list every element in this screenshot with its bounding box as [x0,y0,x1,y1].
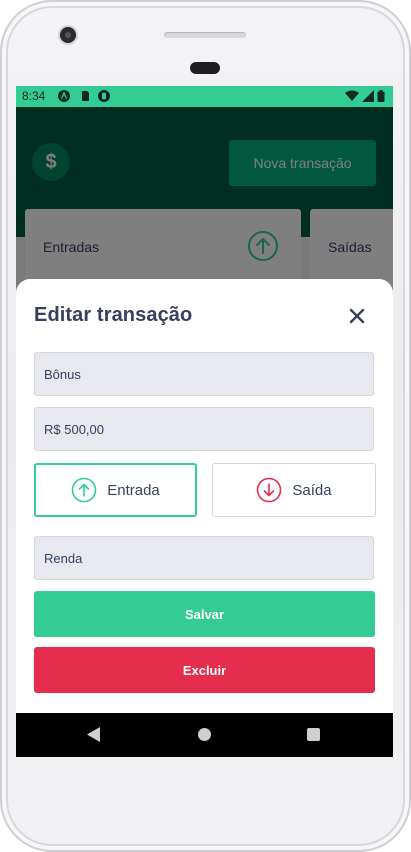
category-input[interactable]: Renda [34,536,374,580]
device-screen: 8:34 $ Nova transação [16,86,393,757]
delete-button[interactable]: Excluir [34,647,375,693]
wifi-icon [345,90,359,102]
close-icon [349,308,365,324]
title-input[interactable]: Bônus [34,352,374,396]
front-camera [60,27,76,43]
arrow-up-circle-icon [71,477,97,503]
sync-icon [98,90,110,102]
signal-icon [362,90,374,102]
type-outcome-button[interactable]: Saída [212,463,376,517]
save-button[interactable]: Salvar [34,591,375,637]
close-button[interactable] [346,305,368,327]
proximity-sensor [190,62,220,74]
system-nav-bar [16,713,393,757]
app-a-icon [58,90,70,102]
type-outcome-label: Saída [292,481,332,499]
phone-frame: 8:34 $ Nova transação [0,0,411,852]
amount-input[interactable]: R$ 500,00 [34,407,374,451]
type-income-button[interactable]: Entrada [34,463,197,517]
type-income-label: Entrada [107,481,160,499]
home-icon[interactable] [198,728,211,741]
modal-title: Editar transação [34,304,193,326]
recents-icon[interactable] [307,728,320,741]
status-time: 8:34 [22,89,46,103]
sd-card-icon [79,90,91,102]
edit-transaction-modal: Editar transação Bônus R$ 500,00 Entrada [16,279,393,713]
back-icon[interactable] [87,727,100,742]
status-bar: 8:34 [16,86,393,107]
arrow-down-circle-icon [257,477,282,503]
battery-icon [377,90,385,102]
earpiece-speaker [164,32,246,38]
